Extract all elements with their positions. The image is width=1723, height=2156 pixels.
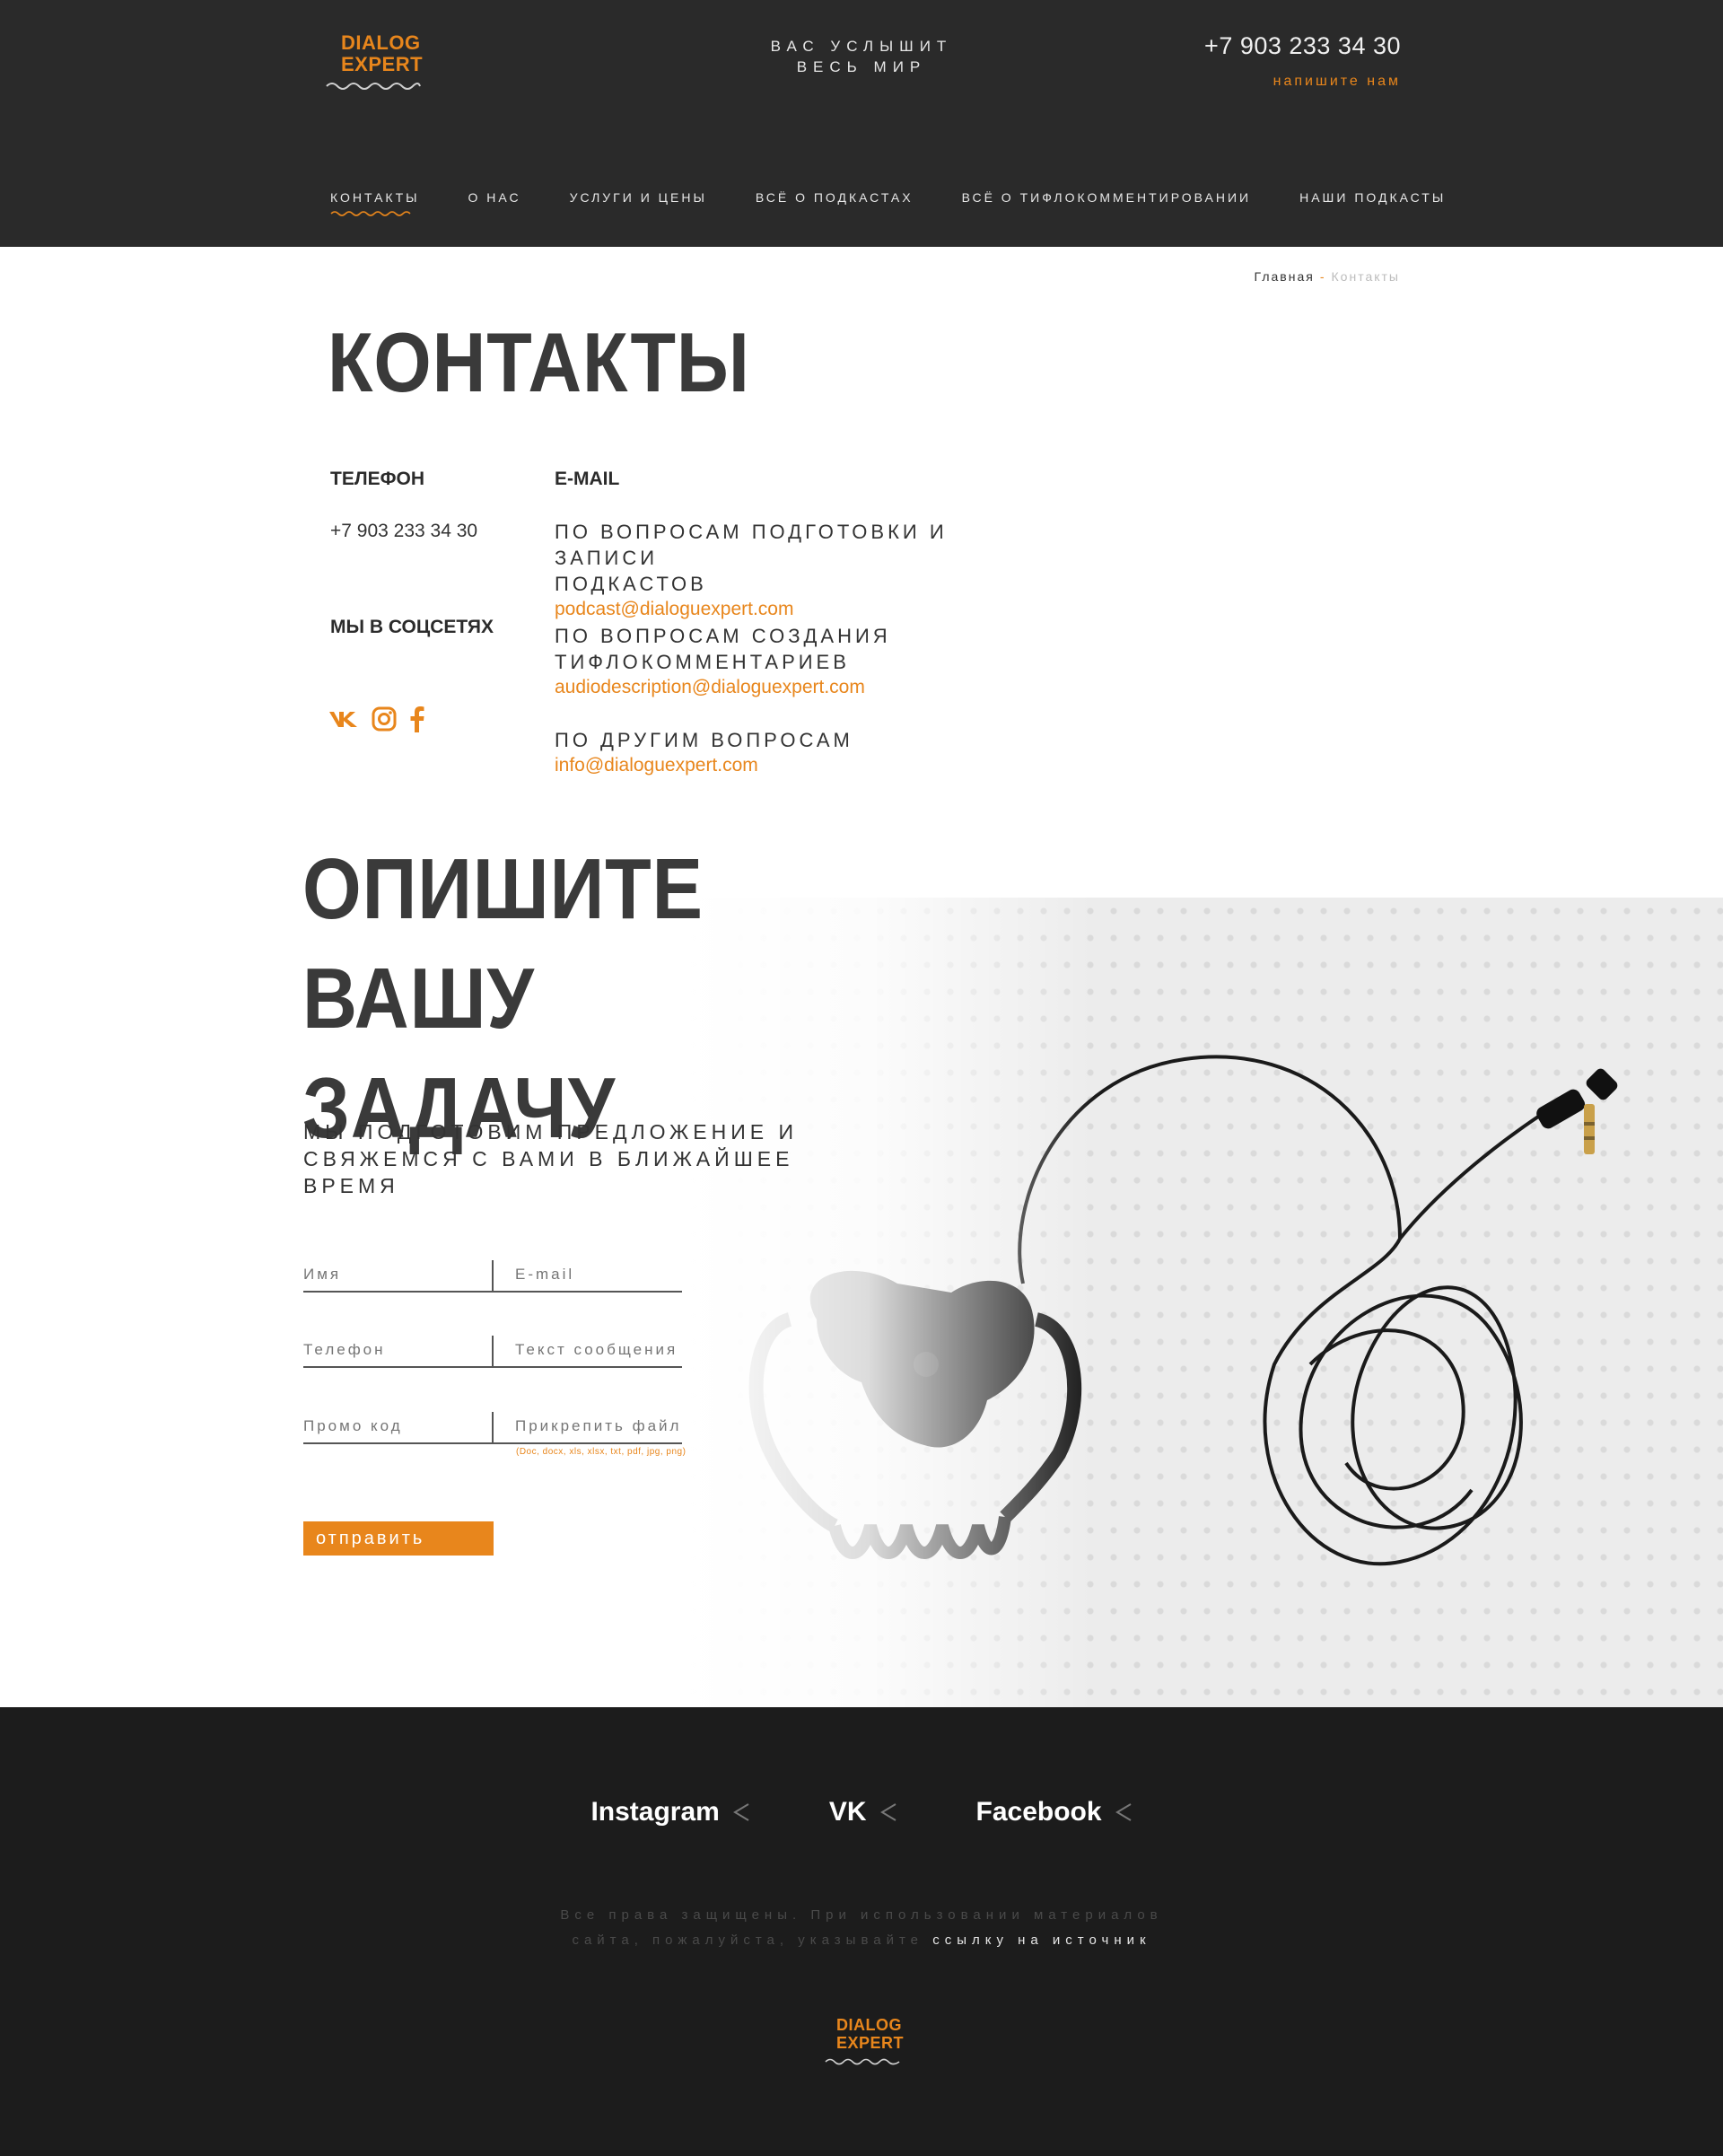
email-label: E-MAIL — [555, 469, 620, 489]
tagline-line1: ВАС УСЛЫШИТ — [770, 38, 953, 55]
attach-file-field[interactable] — [494, 1412, 682, 1444]
share-icon — [879, 1803, 896, 1821]
nav-item-label: НАШИ ПОДКАСТЫ — [1299, 190, 1447, 205]
footer-link-label: VK — [828, 1797, 867, 1827]
email-group-podcasts: ПО ВОПРОСАМ ПОДГОТОВКИ И ЗАПИСИ ПОДКАСТО… — [555, 519, 1057, 620]
phone-input[interactable] — [303, 1336, 492, 1364]
form-subtitle: МЫ ПОДГОТОВИМ ПРЕДЛОЖЕНИЕ И СВЯЖЕМСЯ С В… — [303, 1118, 878, 1199]
nav-item-about[interactable]: О НАС — [468, 190, 521, 217]
email-field — [494, 1260, 682, 1293]
email-question: ПО ДРУГИМ ВОПРОСАМ — [555, 729, 853, 751]
nav-item-label: КОНТАКТЫ — [330, 190, 420, 205]
form-subtitle-line1: МЫ ПОДГОТОВИМ ПРЕДЛОЖЕНИЕ И — [303, 1120, 799, 1144]
email-link-other[interactable]: info@dialoguexpert.com — [555, 755, 1057, 776]
email-link-podcasts[interactable]: podcast@dialoguexpert.com — [555, 599, 1057, 620]
phone-field — [303, 1336, 494, 1368]
vk-icon[interactable] — [328, 709, 359, 733]
social-icons — [328, 706, 438, 737]
copyright-line1: Все права защищены. При использовании ма… — [560, 1907, 1163, 1923]
message-input[interactable] — [515, 1336, 682, 1364]
footer-link-vk[interactable]: VK — [829, 1797, 897, 1827]
header-tagline: ВАС УСЛЫШИТ ВЕСЬ МИР — [718, 36, 1005, 77]
submit-button[interactable]: отправить — [303, 1521, 494, 1556]
form-title-line1: ОПИШИТЕ ВАШУ — [302, 841, 704, 1047]
active-wave-icon — [330, 211, 411, 216]
logo-line2: EXPERT — [341, 53, 424, 75]
header-phone[interactable]: +7 903 233 34 30 — [1204, 32, 1401, 60]
logo-line1: DIALOG — [341, 31, 421, 54]
attach-file-hint: (Doc, docx, xls, xlsx, txt, pdf, jpg, pn… — [516, 1447, 687, 1457]
nav-item-label: ВСЁ О ТИФЛОКОММЕНТИРОВАНИИ — [961, 190, 1252, 205]
social-label: МЫ В СОЦСЕТЯХ — [330, 617, 494, 637]
email-question: ТИФЛОКОММЕНТАРИЕВ — [555, 651, 850, 673]
promo-input[interactable] — [303, 1412, 492, 1441]
footer-social-links: Instagram VK Facebook — [0, 1797, 1723, 1827]
nav-item-label: УСЛУГИ И ЦЕНЫ — [569, 190, 707, 205]
name-input[interactable] — [303, 1260, 492, 1289]
nav-item-services[interactable]: УСЛУГИ И ЦЕНЫ — [570, 190, 707, 217]
footer-logo[interactable]: DIALOG EXPERT — [824, 2016, 905, 2066]
footer-link-instagram[interactable]: Instagram — [590, 1797, 749, 1827]
phone-value[interactable]: +7 903 233 34 30 — [330, 521, 477, 542]
nav-item-label: О НАС — [468, 190, 521, 205]
logo-wave-icon — [326, 83, 421, 90]
message-field — [494, 1336, 682, 1368]
site-header: DIALOG EXPERT ВАС УСЛЫШИТ ВЕСЬ МИР +7 90… — [0, 0, 1723, 247]
promo-field — [303, 1412, 494, 1444]
instagram-icon[interactable] — [372, 706, 397, 736]
breadcrumb-home[interactable]: Главная — [1255, 269, 1315, 284]
footer-link-label: Facebook — [975, 1797, 1102, 1827]
share-icon — [732, 1803, 749, 1821]
logo-line1: DIALOG — [836, 2016, 902, 2034]
breadcrumb-separator: - — [1319, 269, 1326, 284]
main-nav: КОНТАКТЫ О НАС УСЛУГИ И ЦЕНЫ ВСЁ О ПОДКА… — [330, 190, 1446, 217]
phone-label: ТЕЛЕФОН — [330, 469, 424, 489]
form-title: ОПИШИТЕ ВАШУ ЗАДАЧУ — [302, 835, 903, 1163]
copyright-text: Все права защищены. При использовании ма… — [503, 1903, 1220, 1953]
email-group-audiodescription: ПО ВОПРОСАМ СОЗДАНИЯ ТИФЛОКОММЕНТАРИЕВ a… — [555, 623, 1057, 698]
nav-item-audiodescription[interactable]: ВСЁ О ТИФЛОКОММЕНТИРОВАНИИ — [962, 190, 1252, 217]
copyright-line2-text: сайта, пожалуйста, указывайте — [572, 1933, 924, 1948]
email-link-audiodescription[interactable]: audiodescription@dialoguexpert.com — [555, 677, 1057, 698]
nav-item-our-podcasts[interactable]: НАШИ ПОДКАСТЫ — [1299, 190, 1446, 217]
site-footer: Instagram VK Facebook Все права защищены… — [0, 1707, 1723, 2156]
source-link[interactable]: ссылку на источник — [932, 1933, 1150, 1948]
email-input[interactable] — [515, 1260, 682, 1289]
email-question: ПОДКАСТОВ — [555, 573, 707, 595]
copyright-line2: сайта, пожалуйста, указывайте ссылку на … — [503, 1928, 1220, 1953]
form-subtitle-line2: СВЯЖЕМСЯ С ВАМИ В БЛИЖАЙШЕЕ ВРЕМЯ — [303, 1147, 794, 1197]
logo-line2: EXPERT — [836, 2034, 905, 2052]
nav-item-contacts[interactable]: КОНТАКТЫ — [330, 190, 420, 217]
logo-wave-icon — [825, 2058, 900, 2065]
write-us-link[interactable]: напишите нам — [1273, 74, 1401, 90]
breadcrumb-current: Контакты — [1331, 269, 1400, 284]
email-question: ПО ВОПРОСАМ СОЗДАНИЯ — [555, 625, 891, 647]
page-title: КОНТАКТЫ — [328, 315, 750, 409]
email-group-other: ПО ДРУГИМ ВОПРОСАМ info@dialoguexpert.co… — [555, 727, 1057, 776]
email-question: ПО ВОПРОСАМ ПОДГОТОВКИ И ЗАПИСИ — [555, 521, 948, 569]
breadcrumb: Главная - Контакты — [1255, 269, 1400, 284]
share-icon — [1115, 1803, 1132, 1821]
nav-item-label: ВСЁ О ПОДКАСТАХ — [755, 190, 914, 205]
footer-link-label: Instagram — [590, 1797, 720, 1827]
site-logo[interactable]: DIALOG EXPERT — [325, 31, 424, 92]
footer-link-facebook[interactable]: Facebook — [976, 1797, 1133, 1827]
name-field — [303, 1260, 494, 1293]
tagline-line2: ВЕСЬ МИР — [796, 58, 927, 75]
facebook-icon[interactable] — [409, 706, 425, 737]
attach-file-input[interactable] — [515, 1412, 682, 1441]
nav-item-podcasts-info[interactable]: ВСЁ О ПОДКАСТАХ — [756, 190, 914, 217]
